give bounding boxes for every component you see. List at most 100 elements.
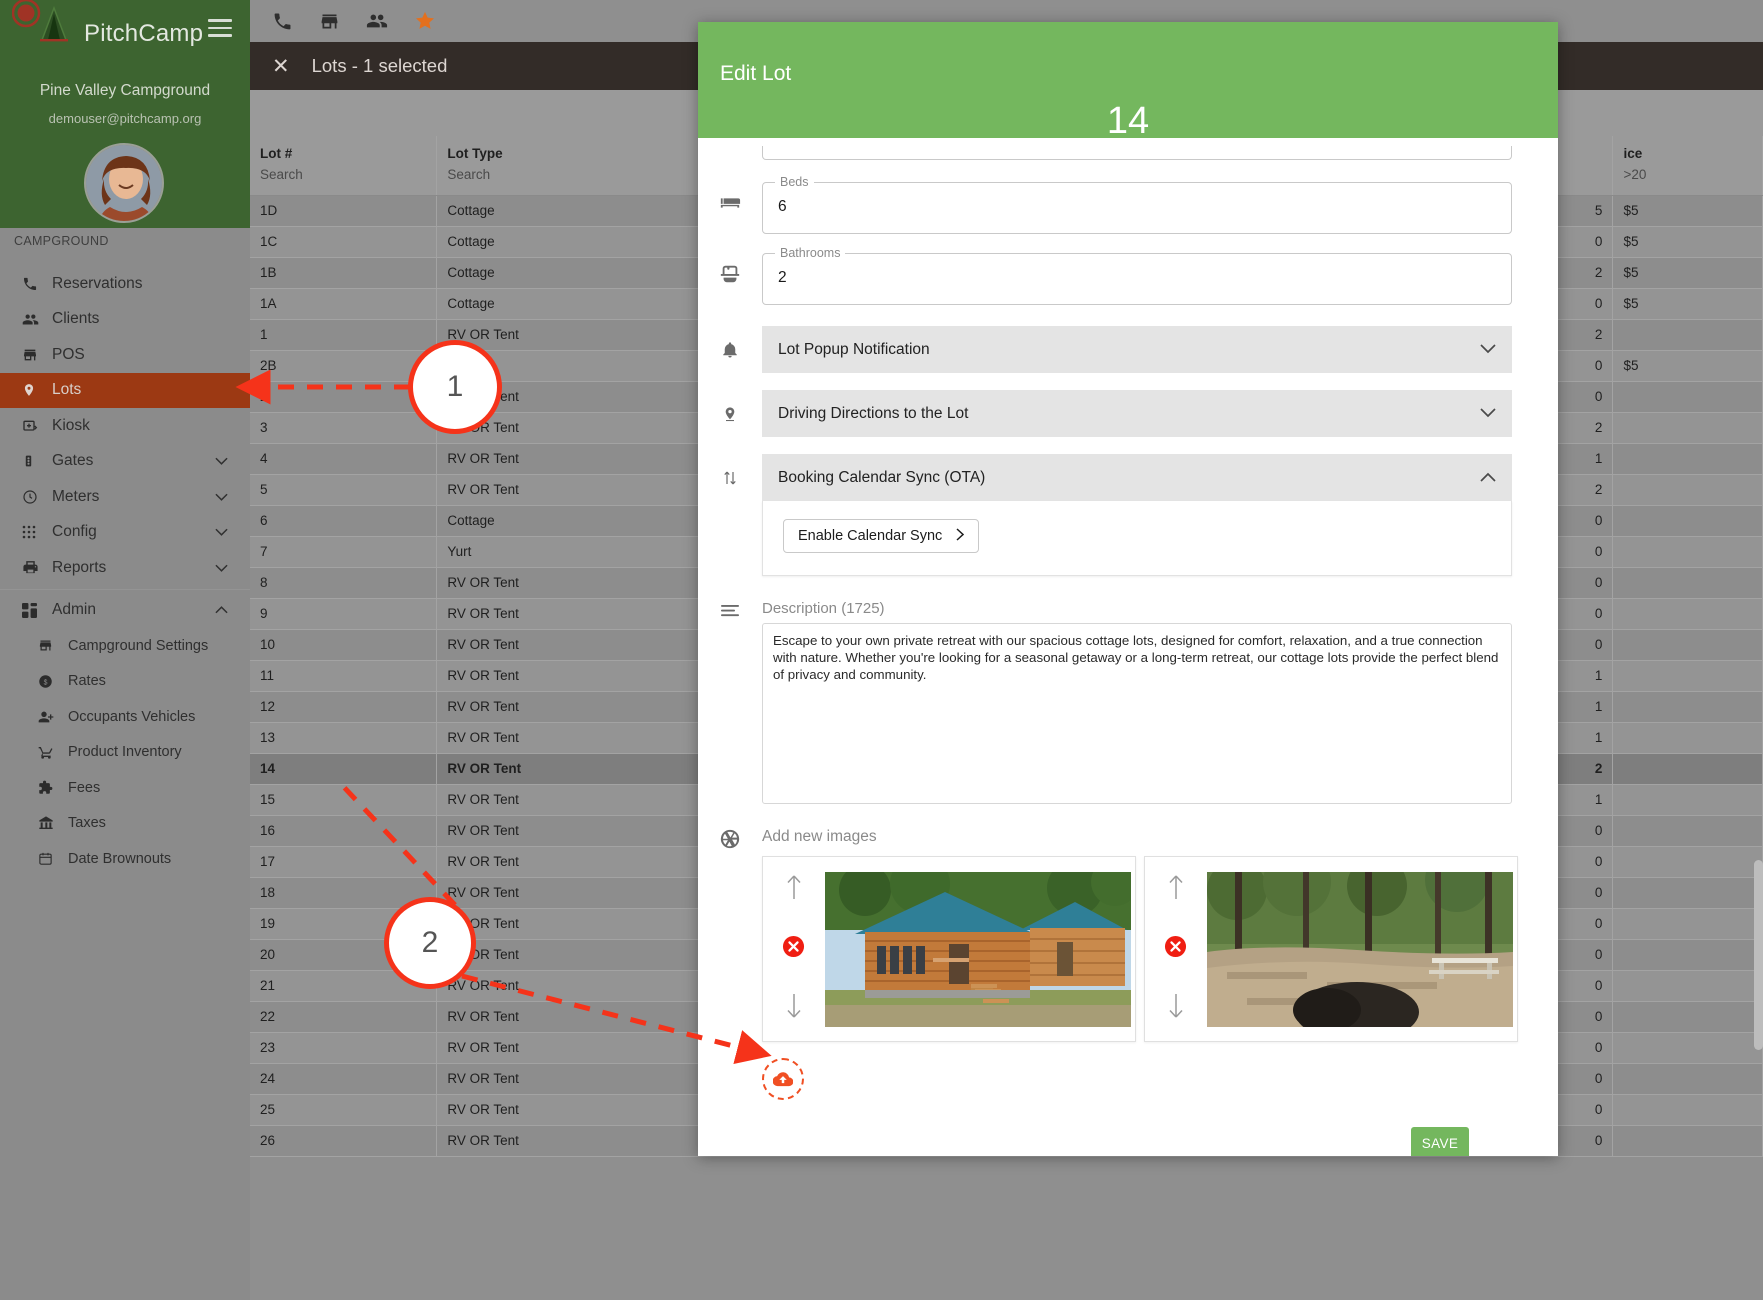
enable-calendar-sync-button[interactable]: Enable Calendar Sync [783,519,980,553]
chevron-down-icon [215,452,228,470]
cell-price [1612,939,1763,971]
description-textarea[interactable]: Escape to your own private retreat with … [762,623,1512,804]
list-lines-icon [698,600,762,620]
sidebar-item-rates[interactable]: $ Rates [0,664,250,700]
sidebar-item-campground-settings[interactable]: Campground Settings [0,628,250,664]
menu-toggle-icon[interactable] [208,19,232,37]
people-icon[interactable] [366,10,388,32]
sidebar-item-label: Meters [52,487,100,505]
sidebar-item-kiosk[interactable]: Kiosk [0,408,250,444]
sidebar-item-reservations[interactable]: Reservations [0,266,250,302]
cell-price [1612,443,1763,475]
bed-icon [698,182,762,214]
aperture-icon [698,828,762,850]
sidebar-item-label: Rates [68,673,106,690]
store-icon[interactable] [319,11,340,32]
arrow-up-icon[interactable] [1167,873,1185,906]
chevron-right-icon [956,527,965,545]
forest-campsite-photo[interactable] [1207,871,1513,1027]
arrow-down-icon[interactable] [1167,992,1185,1025]
cell-lot-num: 11 [250,660,438,692]
sidebar-item-config[interactable]: Config [0,515,250,551]
image-card [762,856,1136,1042]
image-strip [762,856,1558,1042]
cell-lot-type: RV OR Tent [436,629,732,661]
sidebar-item-fees[interactable]: Fees [0,770,250,806]
cell-price: $5 [1612,288,1763,320]
printer-icon [22,559,52,576]
dashboard-icon [22,602,52,618]
chevron-down-icon [215,559,228,577]
cell-lot-num: 13 [250,722,438,754]
cell-lot-type: RV OR Tent [436,567,732,599]
col-header-price[interactable]: ice [1612,136,1763,165]
sidebar-item-lots[interactable]: Lots [0,372,250,408]
col-header-lot-num[interactable]: Lot # [250,136,438,165]
cell-lot-num: 9 [250,598,438,630]
calendar-icon [38,851,68,866]
search-input-lot-num[interactable]: Search [250,165,438,196]
cell-price [1612,598,1763,630]
sidebar-item-date-brownouts[interactable]: Date Brownouts [0,841,250,877]
cell-lot-num: 12 [250,691,438,723]
dialog-header: Edit Lot 14 [698,22,1558,142]
cell-lot-type: RV OR Tent [436,319,732,351]
table-vertical-scrollbar[interactable] [1754,860,1763,1050]
annotation-number: 1 [446,370,464,403]
cabin-exterior-photo[interactable] [825,871,1131,1027]
sidebar-item-pos[interactable]: POS [0,337,250,373]
sidebar-item-occupants-vehicles[interactable]: Occupants Vehicles [0,699,250,735]
avatar[interactable] [84,143,164,223]
bathrooms-input[interactable]: Bathrooms 2 [762,246,1512,305]
booking-calendar-sync-panel[interactable]: Booking Calendar Sync (OTA) [762,454,1512,501]
sidebar-item-reports[interactable]: Reports [0,550,250,586]
cell-price [1612,1063,1763,1095]
search-input-lot-type[interactable]: Search [436,165,732,196]
selection-text: Lots - 1 selected [311,55,448,76]
bathrooms-value: 2 [778,269,787,286]
star-icon[interactable] [414,10,436,32]
sidebar-item-label: Admin [52,601,96,619]
description-label: Description (1725) [762,600,885,617]
cloud-upload-icon[interactable] [762,1058,804,1100]
search-input-price[interactable]: >20 [1612,165,1763,196]
remove-circle-icon[interactable] [782,935,805,963]
cell-lot-num: 1 [250,319,438,351]
col-header-lot-type[interactable]: Lot Type [436,136,732,165]
panel-title: Lot Popup Notification [778,340,930,358]
close-icon[interactable]: ✕ [272,56,290,77]
sidebar-item-label: Lots [52,381,82,399]
cell-lot-num: 1A [250,288,438,320]
sidebar-item-product-inventory[interactable]: Product Inventory [0,735,250,771]
sidebar-item-gates[interactable]: Gates [0,444,250,480]
arrow-up-icon[interactable] [785,873,803,906]
save-button[interactable]: SAVE [1411,1127,1469,1156]
sidebar-item-label: Kiosk [52,416,90,434]
sidebar-item-taxes[interactable]: Taxes [0,806,250,842]
sidebar-item-meters[interactable]: Meters [0,479,250,515]
sidebar-item-admin[interactable]: Admin [0,593,250,629]
cell-lot-type: Cottage [436,226,732,258]
cell-lot-num: 6 [250,505,438,537]
store-icon [38,638,68,653]
cell-lot-type: RV OR Tent [436,691,732,723]
cell-lot-num: 1B [250,257,438,289]
cell-lot-type: RV OR Tent [436,443,732,475]
dialog-body[interactable]: Beds 6 Bathrooms 2 Lot Popup Notificatio… [698,138,1558,1156]
add-images-label: Add new images [762,828,877,845]
cell-price [1612,1032,1763,1064]
enable-calendar-sync-label: Enable Calendar Sync [798,528,943,544]
driving-directions-panel[interactable]: Driving Directions to the Lot [762,390,1512,437]
cart-icon [38,744,68,760]
cell-lot-type: Cottage [436,288,732,320]
cell-price [1612,381,1763,413]
phone-icon[interactable] [272,11,293,32]
arrow-down-icon[interactable] [785,992,803,1025]
cell-price [1612,629,1763,661]
sidebar-item-clients[interactable]: Clients [0,302,250,338]
user-email: demouser@pitchcamp.org [48,111,202,126]
bathrooms-label: Bathrooms [775,246,846,260]
remove-circle-icon[interactable] [1164,935,1187,963]
beds-input[interactable]: Beds 6 [762,175,1512,234]
lot-popup-notification-panel[interactable]: Lot Popup Notification [762,326,1512,373]
